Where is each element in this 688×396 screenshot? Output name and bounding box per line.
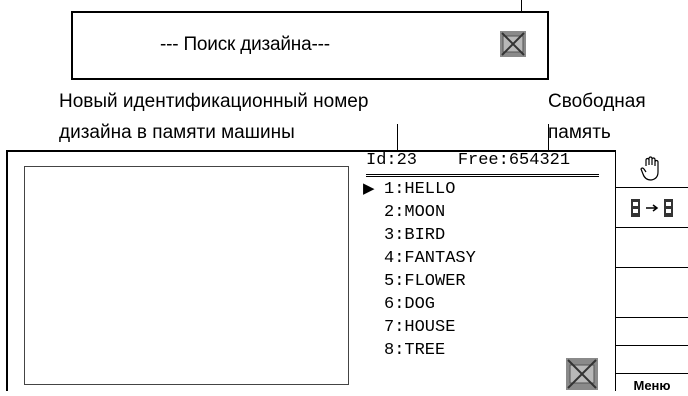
search-title: --- Поиск дизайна--- [160,34,330,55]
screen-sidebar [615,150,688,391]
disabled-crossed-icon [499,30,527,58]
design-preview-area [24,166,349,385]
leader-line-search [521,0,522,12]
machine-to-machine-icon [630,198,674,223]
free-memory: Free:654321 [457,151,571,170]
sidebar-button-hand[interactable] [616,150,688,188]
design-list-item[interactable]: 8:TREE [384,340,445,361]
hand-pointer-icon [640,156,664,187]
design-list-item[interactable]: 3:BIRD [384,225,445,246]
design-list-item[interactable]: 1:HELLO [384,179,455,200]
id-annotation-line2: дизайна в памяти машины [59,122,295,143]
design-list-item[interactable]: 2:MOON [384,202,445,223]
id-annotation-line1: Новый идентификационный номер [59,91,369,112]
sidebar-empty-slot[interactable] [616,228,688,268]
design-list-item[interactable]: 7:HOUSE [384,317,455,338]
info-divider-2 [366,176,599,177]
sidebar-button-transfer[interactable] [616,188,688,228]
menu-button[interactable]: Меню [616,370,688,393]
design-list-item[interactable]: 5:FLOWER [384,271,466,292]
design-id: Id:23 [366,151,418,170]
sidebar-empty-slot[interactable] [616,268,688,318]
selection-arrow-icon: ▶ [363,180,375,197]
design-list-item[interactable]: 4:FANTASY [384,248,476,269]
free-annotation-line1: Свободная [548,91,646,112]
free-annotation-line2: память [548,122,611,143]
memory-info-line: Id:23 Free:654321 [366,151,570,170]
design-list-item[interactable]: 6:DOG [384,294,435,315]
sidebar-empty-slot[interactable] [616,318,688,346]
disabled-crossed-icon [565,357,599,391]
info-divider [366,174,599,175]
